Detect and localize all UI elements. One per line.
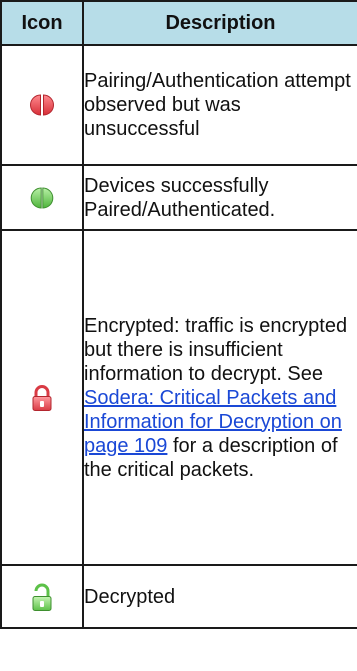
green-split-circle-icon (30, 186, 54, 209)
icon-column-header: Icon (0, 0, 84, 46)
description-column-header: Description (82, 0, 357, 46)
icon-cell (0, 44, 84, 166)
red-split-circle-icon (30, 94, 54, 116)
icon-cell (0, 229, 84, 566)
description-cell: Pairing/Authentication attempt observed … (82, 44, 357, 166)
header-row: Icon Description (0, 0, 357, 46)
table-row: Decrypted (0, 564, 357, 629)
green-unlocked-padlock-icon (32, 583, 52, 611)
icon-legend-table: Icon Description Pairing/Authentication (0, 0, 357, 629)
table-row: Devices successfully Paired/Authenticate… (0, 164, 357, 231)
red-locked-padlock-icon (32, 384, 52, 411)
description-cell: Encrypted: traffic is encrypted but ther… (82, 229, 357, 566)
table-row: Encrypted: traffic is encrypted but ther… (0, 229, 357, 566)
description-cell: Devices successfully Paired/Authenticate… (82, 164, 357, 231)
icon-cell (0, 564, 84, 629)
description-text: Encrypted: traffic is encrypted but ther… (84, 314, 348, 385)
description-cell: Decrypted (82, 564, 357, 629)
table-row: Pairing/Authentication attempt observed … (0, 44, 357, 166)
icon-cell (0, 164, 84, 231)
